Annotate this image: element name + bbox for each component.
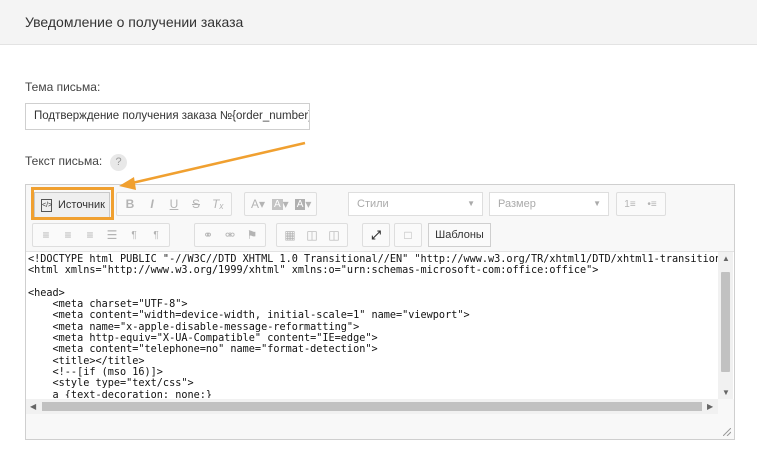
code-line: <meta charset="UTF-8"> xyxy=(28,299,188,311)
remove-format-icon[interactable]: Tₓ xyxy=(207,194,229,214)
color-group: A▾ A ▾ A ▾ xyxy=(244,192,318,216)
horizontal-scroll-thumb[interactable] xyxy=(42,402,702,411)
rich-text-editor: </> Источник B I U S Tₓ A▾ A ▾ A ▾ Стили ▼… xyxy=(25,184,735,440)
unlink-icon[interactable]: ⚮ xyxy=(219,225,241,245)
templates-button-label: Шаблоны xyxy=(435,229,484,241)
code-line: <!DOCTYPE html PUBLIC "-//W3C//DTD XHTML… xyxy=(28,254,718,265)
list-group: 1≡ •≡ xyxy=(616,192,666,216)
styles-select-value: Стили xyxy=(357,198,389,210)
size-select[interactable]: Размер ▼ xyxy=(489,192,609,216)
code-line: <meta http-equiv="X-UA-Compatible" conte… xyxy=(28,333,378,345)
templates-button[interactable]: Шаблоны xyxy=(428,223,491,247)
insert-html-icon[interactable]: ◫ xyxy=(301,225,323,245)
link-icon[interactable]: ⚭ xyxy=(197,225,219,245)
code-line: <style type="text/css"> xyxy=(28,378,194,390)
align-right-icon[interactable]: ≡ xyxy=(79,225,101,245)
insert-group: ▦ ◫ ◫ xyxy=(276,223,348,247)
source-button-label: Источник xyxy=(58,199,105,211)
vertical-scrollbar[interactable]: ▲ ▼ xyxy=(718,252,733,399)
vertical-scroll-thumb[interactable] xyxy=(721,272,730,372)
code-line: <title></title> xyxy=(28,355,145,367)
maximize-icon[interactable]: ⤢ xyxy=(365,225,387,245)
bold-icon[interactable]: B xyxy=(119,194,141,214)
ltr-icon[interactable]: ¶ xyxy=(123,225,145,245)
code-line: <head> xyxy=(28,287,65,299)
align-left-icon[interactable]: ≡ xyxy=(35,225,57,245)
text-color-icon[interactable]: A▾ xyxy=(247,194,269,214)
bg-color-icon[interactable]: A ▾ xyxy=(269,194,292,214)
horizontal-scrollbar[interactable]: ◀ ▶ xyxy=(26,399,718,414)
styles-select[interactable]: Стили ▼ xyxy=(348,192,483,216)
body-label: Текст письма: xyxy=(25,154,103,168)
align-justify-icon[interactable]: ☰ xyxy=(101,225,123,245)
chevron-down-icon: ▼ xyxy=(593,199,601,208)
link-group: ⚭ ⚮ ⚑ xyxy=(194,223,266,247)
subject-label: Тема письма: xyxy=(25,80,101,94)
underline-icon[interactable]: U xyxy=(163,194,185,214)
code-line: <html xmlns="http://www.w3.org/1999/xhtm… xyxy=(28,265,599,277)
scroll-down-icon[interactable]: ▼ xyxy=(722,388,730,397)
table-icon[interactable]: ▦ xyxy=(279,225,301,245)
numbered-list-icon[interactable]: 1≡ xyxy=(619,194,641,214)
source-button[interactable]: </> Источник xyxy=(34,192,110,218)
code-line: <meta content="width=device-width, initi… xyxy=(28,310,470,322)
source-code-icon: </> xyxy=(41,198,52,212)
panel-title: Уведомление о получении заказа xyxy=(25,14,244,30)
resize-handle-icon[interactable] xyxy=(723,428,731,436)
code-line: <meta content="telephone=no" name="forma… xyxy=(28,344,378,356)
bulleted-list-icon[interactable]: •≡ xyxy=(641,194,663,214)
scroll-up-icon[interactable]: ▲ xyxy=(722,254,730,263)
rtl-icon[interactable]: ¶ xyxy=(145,225,167,245)
scroll-right-icon[interactable]: ▶ xyxy=(707,402,713,411)
highlight-color-icon[interactable]: A ▾ xyxy=(292,194,315,214)
italic-icon[interactable]: I xyxy=(141,194,163,214)
strikethrough-icon[interactable]: S xyxy=(185,194,207,214)
align-group: ≡ ≡ ≡ ☰ ¶ ¶ xyxy=(32,223,170,247)
format-group: B I U S Tₓ xyxy=(116,192,232,216)
source-code-textarea[interactable]: <!DOCTYPE html PUBLIC "-//W3C//DTD XHTML… xyxy=(26,251,734,399)
panel-header: Уведомление о получении заказа xyxy=(0,0,757,45)
document-icon[interactable]: □ xyxy=(397,225,419,245)
insert-code-icon[interactable]: ◫ xyxy=(323,225,345,245)
doc-group: □ xyxy=(394,223,422,247)
code-line: a {text-decoration: none;} xyxy=(28,389,213,398)
align-center-icon[interactable]: ≡ xyxy=(57,225,79,245)
size-select-value: Размер xyxy=(498,198,536,210)
scroll-left-icon[interactable]: ◀ xyxy=(30,402,36,411)
code-line: <!--[if (mso 16)]> xyxy=(28,366,163,378)
help-icon[interactable]: ? xyxy=(110,154,127,171)
anchor-flag-icon[interactable]: ⚑ xyxy=(241,225,263,245)
view-group: ⤢ xyxy=(362,223,390,247)
chevron-down-icon: ▼ xyxy=(467,199,475,208)
code-line: <meta name="x-apple-disable-message-refo… xyxy=(28,321,360,333)
subject-input[interactable]: Подтверждение получения заказа №{order_n… xyxy=(25,103,310,130)
source-code-content: <!DOCTYPE html PUBLIC "-//W3C//DTD XHTML… xyxy=(28,254,718,398)
